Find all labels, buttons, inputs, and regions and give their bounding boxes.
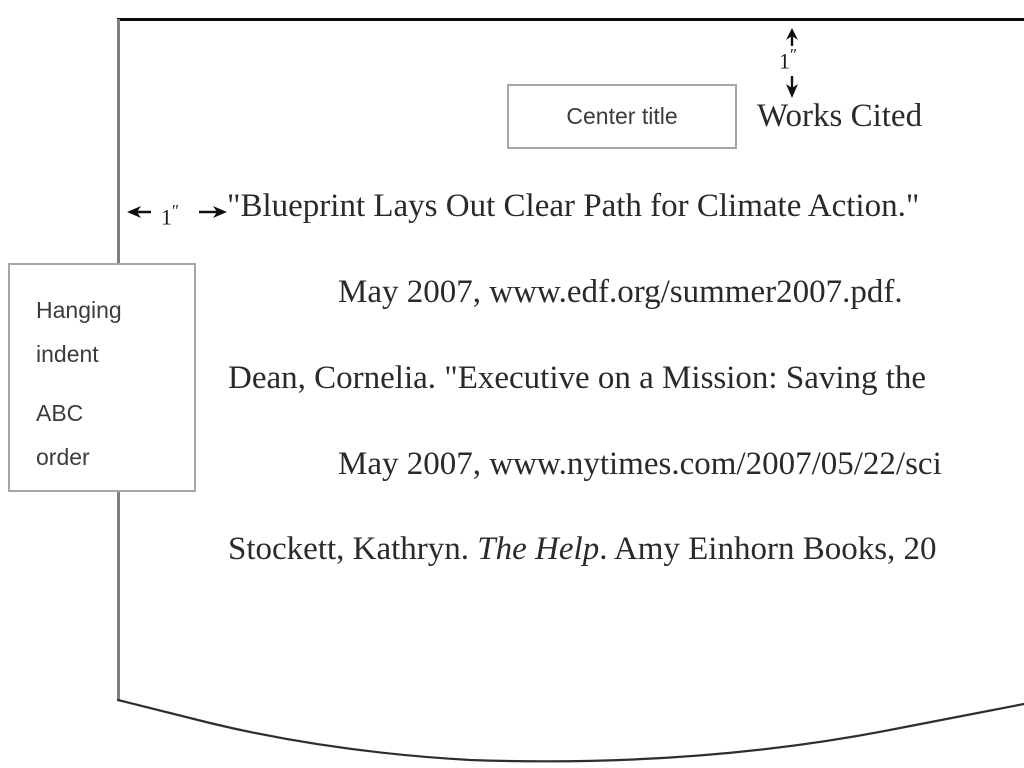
citation-entry-3-title-italic: The Help [477, 531, 600, 567]
citation-entry-2-line-1: Dean, Cornelia. "Executive on a Mission:… [228, 360, 927, 396]
callout-center-title[interactable]: Center title [507, 84, 737, 149]
citation-entry-1-line-2: May 2007, www.edf.org/summer2007.pdf. [338, 274, 903, 310]
citation-entry-1-line-1: "Blueprint Lays Out Clear Path for Clima… [227, 188, 920, 224]
top-margin-label: 1″ [779, 46, 797, 72]
callout-hanging-spacer [36, 376, 194, 392]
callout-hanging-line-3: ABC [36, 400, 84, 427]
citation-entry-3-line-1: Stockett, Kathryn. The Help. Amy Einhorn… [228, 533, 937, 566]
top-margin-unit: ″ [790, 45, 798, 64]
worksheet-canvas: 1″ Works Cited Center title 1″ "Blueprin… [0, 0, 1024, 768]
left-margin-value: 1 [161, 204, 172, 230]
works-cited-heading: Works Cited [757, 98, 923, 134]
citation-entry-3-publisher: . Amy Einhorn Books, 20 [599, 531, 937, 567]
callout-hanging-line-2: indent [36, 340, 99, 367]
callout-hanging-line-1: Hanging [36, 297, 122, 323]
callout-hanging-indent[interactable]: Hanging indent ABC order [8, 263, 196, 492]
top-margin-measure: 1″ [766, 26, 822, 100]
left-margin-unit: ″ [172, 201, 180, 220]
callout-center-title-label: Center title [566, 103, 678, 129]
left-margin-measure: 1″ [125, 193, 229, 231]
page-bottom-curve [116, 698, 1024, 763]
left-margin-label: 1″ [161, 202, 179, 228]
callout-hanging-line-4: order [36, 444, 90, 471]
citation-entry-3-author: Stockett, Kathryn. [228, 531, 478, 567]
top-margin-value: 1 [779, 48, 790, 74]
page-top-edge [117, 18, 1024, 21]
citation-entry-2-line-2: May 2007, www.nytimes.com/2007/05/22/sci [338, 446, 942, 482]
